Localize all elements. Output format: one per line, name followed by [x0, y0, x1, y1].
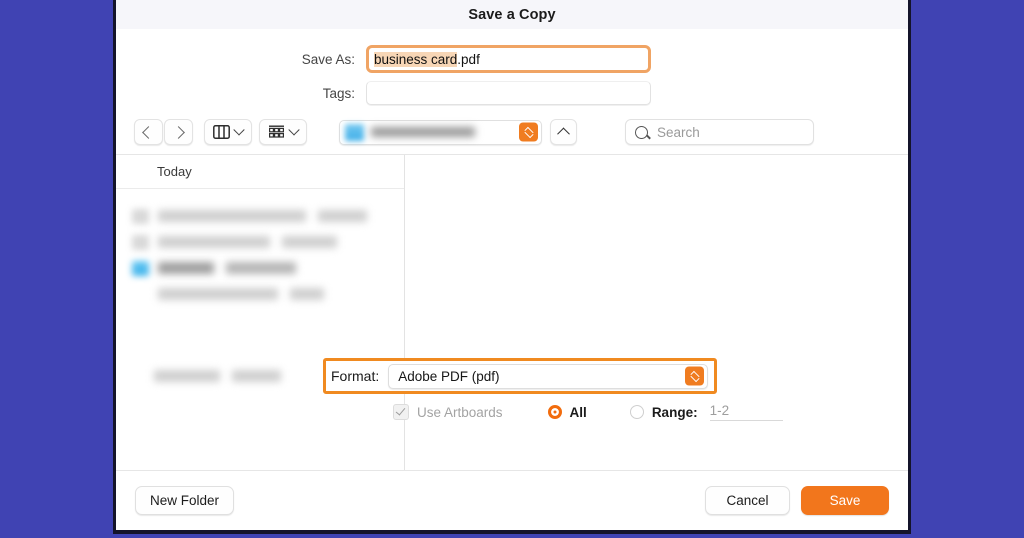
chevron-left-icon: [142, 125, 155, 139]
dialog-footer: New Folder Cancel Save: [116, 470, 908, 530]
file-browser-toolbar: Search: [116, 110, 908, 154]
up-down-stepper-icon: [519, 122, 538, 142]
file-meta-redacted: [232, 370, 281, 382]
navigation-button-group: [134, 119, 193, 145]
radio-all-label: All: [569, 404, 587, 420]
save-button[interactable]: Save: [801, 486, 889, 515]
file-name-redacted: [158, 236, 270, 248]
export-options-row: Use Artboards All Range: 1-2: [393, 403, 783, 421]
name-fields-section: Save As: business card.pdf Tags:: [116, 29, 908, 110]
tags-label: Tags:: [322, 85, 355, 101]
tags-input[interactable]: [366, 81, 651, 105]
search-placeholder: Search: [657, 124, 700, 140]
range-input[interactable]: 1-2: [709, 403, 783, 421]
file-meta-redacted: [226, 262, 296, 274]
search-input[interactable]: Search: [625, 119, 814, 145]
chevron-down-icon: [288, 124, 300, 136]
file-list-column[interactable]: Today: [116, 155, 405, 470]
format-popup-button[interactable]: Adobe PDF (pdf): [388, 363, 708, 389]
preview-pane: [405, 155, 908, 470]
chevron-right-icon: [172, 125, 185, 139]
folder-icon: [132, 260, 149, 276]
list-item-selected[interactable]: [116, 255, 404, 281]
gallery-view-button[interactable]: [259, 119, 307, 145]
save-a-copy-dialog: Save a Copy Save As: business card.pdf T…: [113, 0, 911, 534]
file-icon: [132, 208, 149, 224]
location-popup-button[interactable]: [339, 119, 542, 145]
save-as-label: Save As:: [301, 51, 355, 67]
forward-button[interactable]: [164, 119, 193, 145]
dialog-titlebar: Save a Copy: [116, 0, 908, 29]
back-button[interactable]: [134, 119, 163, 145]
list-item[interactable]: [116, 281, 404, 307]
radio-range[interactable]: [629, 405, 644, 419]
file-icon: [132, 234, 149, 250]
format-label: Format:: [331, 368, 380, 384]
column-view-icon: [213, 125, 230, 139]
column-view-button[interactable]: [204, 119, 252, 145]
save-as-selected-text: business card: [374, 51, 458, 67]
gallery-view-icon: [269, 125, 285, 138]
dialog-title: Save a Copy: [468, 6, 556, 23]
new-folder-button[interactable]: New Folder: [135, 486, 235, 515]
file-name-redacted: [154, 370, 220, 382]
location-name-redacted: [371, 127, 475, 137]
chevron-up-icon: [557, 127, 570, 140]
collapse-button[interactable]: [550, 119, 577, 145]
format-row-highlight: Format: Adobe PDF (pdf): [323, 358, 717, 394]
use-artboards-label: Use Artboards: [417, 404, 503, 420]
file-name-redacted: [158, 262, 214, 274]
file-meta-redacted: [318, 210, 367, 222]
file-name-redacted: [158, 210, 306, 222]
save-as-row: Save As: business card.pdf: [116, 42, 908, 76]
list-item[interactable]: [116, 229, 404, 255]
up-down-stepper-icon: [685, 366, 704, 386]
tags-row: Tags:: [116, 76, 908, 110]
folder-icon: [345, 123, 364, 141]
radio-range-label: Range:: [651, 404, 698, 420]
search-icon: [635, 125, 648, 139]
format-value: Adobe PDF (pdf): [398, 368, 500, 384]
file-meta-redacted: [290, 288, 324, 300]
section-header-today: Today: [116, 155, 404, 189]
save-as-extension-text: .pdf: [457, 51, 480, 67]
file-meta-redacted: [282, 236, 337, 248]
use-artboards-checkbox[interactable]: [393, 404, 409, 420]
save-as-value: business card.pdf: [374, 51, 480, 67]
cancel-button[interactable]: Cancel: [705, 486, 790, 515]
file-browser: Today Format: Adobe PDF (pdf) Use Artboa…: [116, 154, 908, 470]
file-name-redacted: [158, 288, 278, 300]
chevron-down-icon: [233, 124, 245, 136]
list-item[interactable]: [116, 203, 404, 229]
save-as-input[interactable]: business card.pdf: [366, 45, 651, 73]
view-mode-button-group: [204, 119, 307, 145]
radio-all[interactable]: [547, 405, 562, 419]
